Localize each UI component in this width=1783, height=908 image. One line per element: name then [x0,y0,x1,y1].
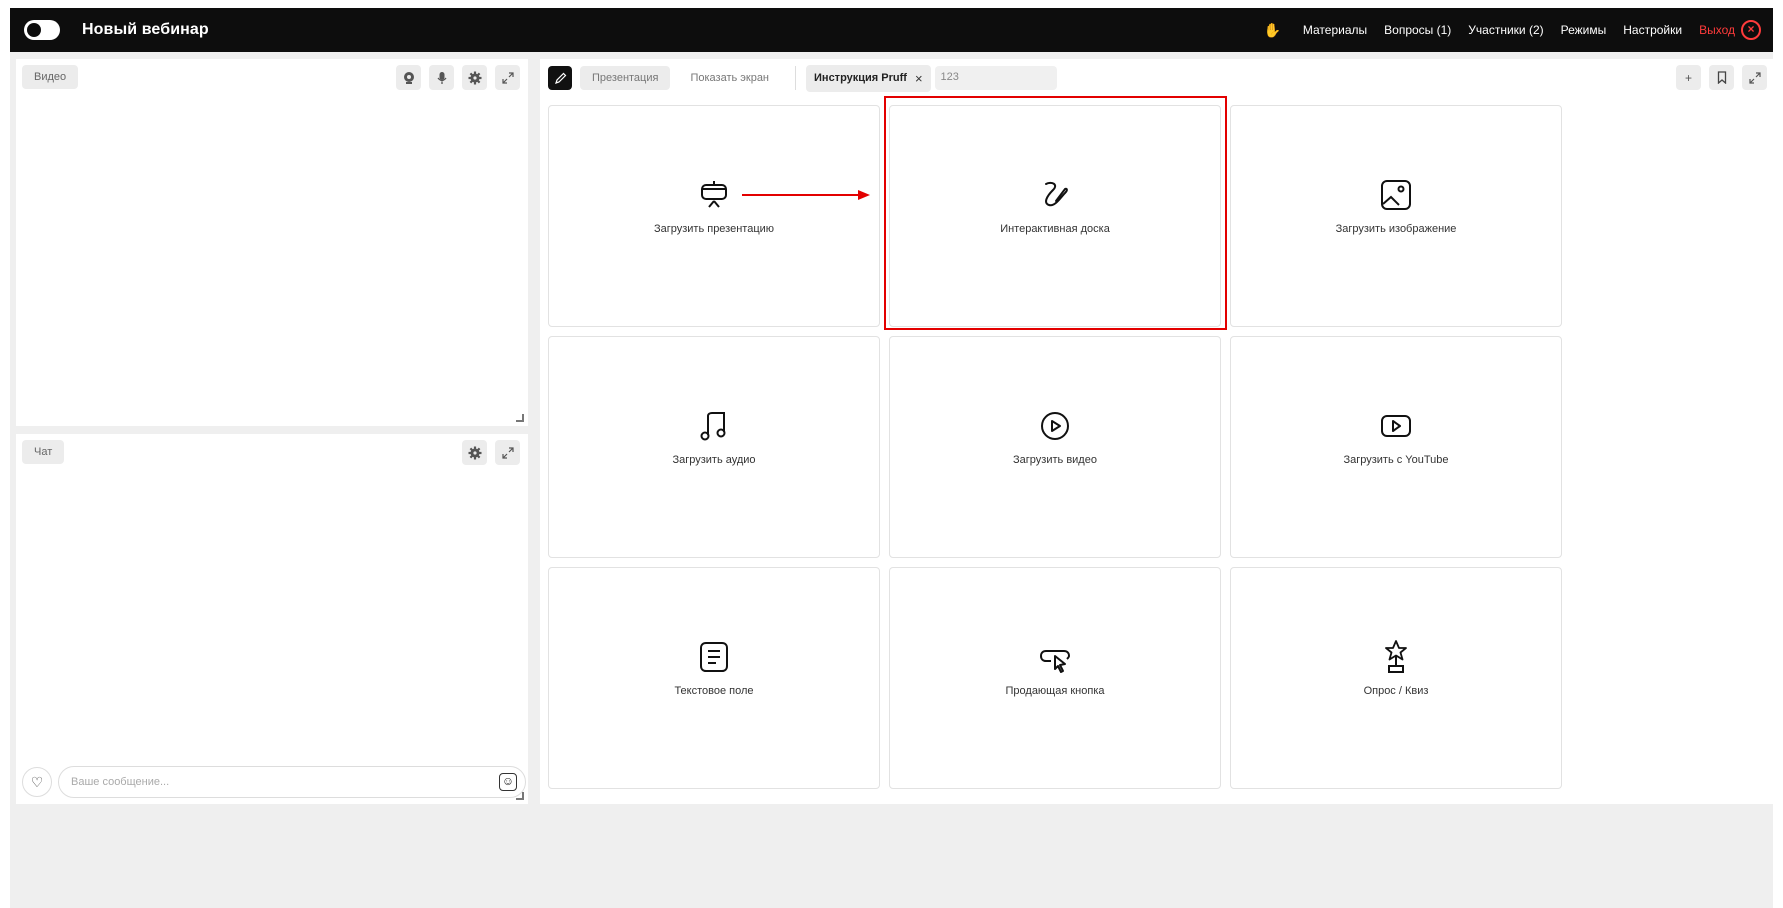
toolbar-divider [795,66,797,90]
heart-icon[interactable]: ♡ [22,767,52,797]
webinar-title: Новый вебинар [82,21,209,38]
exit-icon[interactable]: × [1741,20,1761,40]
resize-handle[interactable] [516,792,524,800]
name-field[interactable]: 123 [934,66,1057,90]
expand-icon[interactable] [1742,65,1767,90]
video-panel: Видео [16,59,528,426]
annotation-arrow [742,190,870,200]
media-grid: Загрузить презентацию Интерактивная доск… [548,105,1773,800]
tab-share-screen[interactable]: Показать экран [678,66,781,90]
bookmark-icon[interactable] [1709,65,1734,90]
exit-link[interactable]: Выход [1699,23,1735,37]
card-label: Загрузить изображение [1335,223,1457,235]
emoji-icon[interactable]: ☺ [499,773,517,791]
card-sales-button[interactable]: Продающая кнопка [889,567,1221,789]
nav-settings[interactable]: Настройки [1623,23,1682,37]
expand-icon[interactable] [495,65,520,90]
music-icon [700,412,726,441]
card-upload-video[interactable]: Загрузить видео [889,336,1221,558]
card-upload-audio[interactable]: Загрузить аудио [548,336,880,558]
card-label: Текстовое поле [674,685,754,697]
close-icon[interactable]: × [915,71,923,86]
instruction-label: Инструкция Pruff [814,72,907,84]
toggle-switch[interactable] [24,20,60,40]
card-upload-presentation[interactable]: Загрузить презентацию [548,105,880,327]
trophy-icon [1385,640,1407,673]
gear-icon[interactable] [462,440,487,465]
app-frame: Новый вебинар ✋ Материалы Вопросы (1) Уч… [10,8,1773,908]
content-area: Презентация Показать экран Инструкция Pr… [540,59,1773,804]
cursor-button-icon [1039,650,1071,673]
play-circle-icon [1041,412,1069,440]
instruction-tab[interactable]: Инструкция Pruff × [806,64,931,92]
card-label: Интерактивная доска [1000,223,1110,235]
hand-icon[interactable]: ✋ [1263,22,1280,39]
top-bar: Новый вебинар ✋ Материалы Вопросы (1) Уч… [10,8,1773,52]
video-label: Видео [22,65,79,89]
card-poll-quiz[interactable]: Опрос / Квиз [1230,567,1562,789]
gear-icon[interactable] [462,65,487,90]
microphone-icon[interactable] [429,65,454,90]
tab-presentation[interactable]: Презентация [580,66,671,90]
pen-icon[interactable] [548,66,572,90]
whiteboard-icon [1045,181,1068,207]
expand-icon[interactable] [495,440,520,465]
message-input[interactable] [59,767,525,797]
card-label: Загрузить презентацию [653,223,775,235]
youtube-icon [1381,415,1411,437]
add-icon[interactable]: + [1676,65,1701,90]
nav-participants[interactable]: Участники (2) [1468,23,1543,37]
nav-modes[interactable]: Режимы [1561,23,1607,37]
text-field-icon [700,642,728,672]
card-whiteboard[interactable]: Интерактивная доска [889,105,1221,327]
right-tools: + [1676,65,1767,90]
webcam-icon[interactable] [396,65,421,90]
chat-input-row: ♡ ☺ [22,766,526,798]
video-tools [396,65,520,90]
card-label: Загрузить аудио [672,454,756,466]
top-nav: ✋ Материалы Вопросы (1) Участники (2) Ре… [1263,20,1761,40]
image-icon [1381,180,1411,210]
content-toolbar: Презентация Показать экран Инструкция Pr… [540,59,1773,97]
card-label: Продающая кнопка [1005,685,1105,697]
nav-materials[interactable]: Материалы [1303,23,1367,37]
message-field-wrapper: ☺ [58,766,526,798]
card-label: Опрос / Квиз [1363,685,1429,697]
chat-panel: Чат ♡ ☺ [16,434,528,804]
card-upload-image[interactable]: Загрузить изображение [1230,105,1562,327]
chat-tools [462,440,520,465]
resize-handle[interactable] [516,414,524,422]
card-label: Загрузить видео [1013,454,1097,466]
presentation-icon [701,181,727,208]
card-label: Загрузить с YouTube [1343,454,1449,466]
card-text-field[interactable]: Текстовое поле [548,567,880,789]
chat-label: Чат [22,440,65,464]
nav-questions[interactable]: Вопросы (1) [1384,23,1451,37]
card-upload-youtube[interactable]: Загрузить с YouTube [1230,336,1562,558]
